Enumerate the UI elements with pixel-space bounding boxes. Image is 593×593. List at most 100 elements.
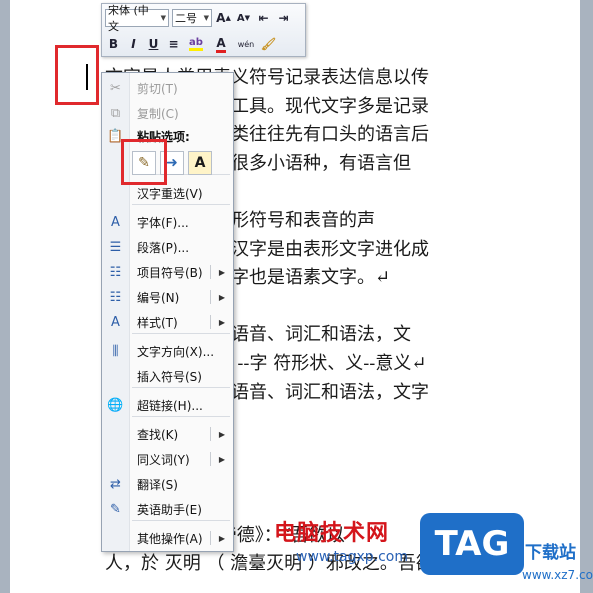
menu-item-5[interactable]: ☰ 段落(P)... bbox=[102, 236, 233, 258]
menu-item-13[interactable]: 同义词(Y) ▶ bbox=[102, 448, 233, 470]
menu-item-8[interactable]: A 样式(T) ▶ bbox=[102, 311, 233, 333]
menu-separator bbox=[132, 520, 230, 521]
watermark-site-name: 电脑技术网 bbox=[274, 521, 390, 546]
grow-font-icon: A bbox=[216, 11, 226, 25]
chevron-right-icon: ▶ bbox=[218, 292, 225, 302]
menu-separator bbox=[132, 204, 230, 205]
submenu-divider bbox=[210, 265, 211, 279]
menu-item-label: 汉字重选(V) bbox=[137, 186, 203, 201]
menu-item-4[interactable]: A 字体(F)... bbox=[102, 211, 233, 233]
italic-icon: I bbox=[131, 37, 136, 51]
chevron-down-icon: ▼ bbox=[203, 14, 209, 22]
submenu-divider bbox=[210, 427, 211, 441]
blank-icon bbox=[102, 423, 129, 445]
underline-button[interactable]: U bbox=[145, 35, 162, 53]
font-color-icon: A bbox=[216, 36, 226, 53]
format-painter-button[interactable]: 🖌 bbox=[260, 35, 277, 53]
center-align-icon: ≡ bbox=[168, 37, 179, 51]
chevron-right-icon: ▶ bbox=[218, 454, 225, 464]
grow-font-button[interactable]: A ▲ bbox=[215, 9, 232, 27]
paragraph-icon: ☰ bbox=[109, 239, 122, 255]
menu-item-11[interactable]: 🌐 超链接(H)... bbox=[102, 394, 233, 416]
menu-item-12[interactable]: 查找(K) ▶ bbox=[102, 423, 233, 445]
italic-button[interactable]: I bbox=[125, 35, 142, 53]
chevron-right-icon: ▶ bbox=[218, 267, 225, 277]
menu-item-0[interactable]: ✂ 剪切(T) bbox=[102, 77, 233, 99]
menu-item-label: 文字方向(X)... bbox=[137, 344, 215, 359]
keep-text-only-icon: A bbox=[194, 155, 206, 171]
font-icon: A bbox=[111, 214, 120, 230]
menu-item-7[interactable]: ☷ 编号(N) ▶ bbox=[102, 286, 233, 308]
increase-indent-button[interactable]: ⇥ bbox=[275, 9, 292, 27]
menu-item-10[interactable]: 插入符号(S) bbox=[102, 365, 233, 387]
watermark-download-url: www.xz7.com bbox=[522, 568, 593, 582]
copy-icon: ⧉ bbox=[110, 105, 121, 121]
font-name-value: 宋体 (中文 bbox=[108, 4, 149, 33]
shrink-font-button[interactable]: A ▼ bbox=[235, 9, 252, 27]
menu-item-label: 项目符号(B) bbox=[137, 265, 203, 280]
bold-button[interactable]: B bbox=[105, 35, 122, 53]
menu-item-label: 其他操作(A) bbox=[137, 531, 203, 546]
highlighter-icon: ab bbox=[189, 37, 203, 51]
chevron-down-icon: ▼ bbox=[160, 14, 166, 22]
menu-item-label: 段落(P)... bbox=[137, 240, 190, 255]
chevron-right-icon: ▶ bbox=[218, 429, 225, 439]
menu-item-label: 复制(C) bbox=[137, 106, 179, 121]
format-painter-icon: 🖌 bbox=[260, 37, 277, 51]
highlight-box-paste-option bbox=[121, 139, 167, 185]
menu-item-16[interactable]: 其他操作(A) ▶ bbox=[102, 527, 233, 549]
font-size-select[interactable]: 二号 ▼ bbox=[172, 9, 212, 27]
menu-separator bbox=[132, 387, 230, 388]
watermark-tag-logo: TAG bbox=[420, 513, 524, 575]
menu-item-label: 编号(N) bbox=[137, 290, 180, 305]
paste-keep-text-only-button[interactable]: A bbox=[188, 151, 212, 175]
submenu-divider bbox=[210, 290, 211, 304]
bold-icon: B bbox=[108, 37, 119, 51]
chevron-right-icon: ▶ bbox=[218, 317, 225, 327]
watermark-site-url: www.tagxp.com bbox=[296, 549, 408, 565]
highlight-box-cursor bbox=[55, 45, 99, 105]
font-size-value: 二号 bbox=[175, 12, 197, 25]
hyperlink-icon: 🌐 bbox=[107, 397, 124, 413]
submenu-divider bbox=[210, 531, 211, 545]
menu-item-label: 剪切(T) bbox=[137, 81, 178, 96]
scissors-icon: ✂ bbox=[110, 80, 121, 96]
shrink-font-icon: A bbox=[236, 12, 245, 24]
highlight-color-button[interactable]: ab bbox=[185, 35, 207, 53]
tag-logo-text: TAG bbox=[434, 524, 510, 564]
menu-item-9[interactable]: ⫼ 文字方向(X)... bbox=[102, 340, 233, 362]
blank-icon bbox=[102, 527, 129, 549]
menu-item-label: 同义词(Y) bbox=[137, 452, 190, 467]
chevron-right-icon: ▶ bbox=[218, 533, 225, 543]
decrease-indent-button[interactable]: ⇤ bbox=[255, 9, 272, 27]
numbering-icon: ☷ bbox=[109, 289, 122, 305]
font-name-select[interactable]: 宋体 (中文 ▼ bbox=[105, 4, 169, 33]
menu-item-label: 超链接(H)... bbox=[137, 398, 203, 413]
menu-item-label: 样式(T) bbox=[137, 315, 178, 330]
menu-separator bbox=[132, 333, 230, 334]
phonetic-guide-button[interactable]: wén bbox=[235, 35, 257, 53]
phonetic-guide-icon: wén bbox=[237, 39, 255, 49]
english-assistant-icon: ✎ bbox=[110, 501, 121, 517]
translate-icon: ⇄ bbox=[110, 476, 121, 492]
submenu-divider bbox=[210, 315, 211, 329]
menu-separator bbox=[132, 416, 230, 417]
menu-item-label: 英语助手(E) bbox=[137, 502, 202, 517]
menu-item-15[interactable]: ✎ 英语助手(E) bbox=[102, 498, 233, 520]
menu-item-14[interactable]: ⇄ 翻译(S) bbox=[102, 473, 233, 495]
menu-item-3[interactable]: 汉字重选(V) bbox=[102, 182, 233, 204]
mini-toolbar: 宋体 (中文 ▼ 二号 ▼ A ▲ A ▼ ⇤ ⇥ B I U ≡ ab A wén… bbox=[101, 3, 306, 57]
blank-icon bbox=[102, 365, 129, 387]
underline-icon: U bbox=[148, 37, 159, 51]
styles-icon: A bbox=[111, 314, 120, 330]
submenu-divider bbox=[210, 452, 211, 466]
menu-item-1[interactable]: ⧉ 复制(C) bbox=[102, 102, 233, 124]
merge-formatting-icon: ➜ bbox=[166, 155, 178, 171]
bullets-icon: ☷ bbox=[109, 264, 122, 280]
font-color-button[interactable]: A bbox=[210, 35, 232, 53]
blank-icon bbox=[102, 448, 129, 470]
blank-icon bbox=[102, 182, 129, 204]
menu-item-6[interactable]: ☷ 项目符号(B) ▶ bbox=[102, 261, 233, 283]
decrease-indent-icon: ⇤ bbox=[258, 11, 269, 25]
center-align-button[interactable]: ≡ bbox=[165, 35, 182, 53]
